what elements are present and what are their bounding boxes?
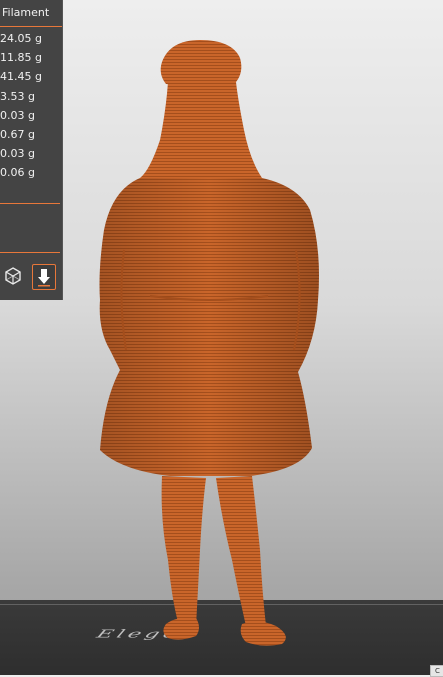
- cube-icon: [5, 267, 21, 285]
- filament-weight-row: 24.05 g: [0, 32, 42, 45]
- filament-weight-row: 0.03 g: [0, 147, 35, 161]
- filament-weight-row: 0.67 g: [0, 127, 35, 141]
- filament-summary-panel: Filament 24.05 g 11.85 g 41.45 g 3.53 g …: [0, 0, 63, 300]
- panel-header-filament: Filament: [0, 0, 62, 27]
- filament-weight-list: 24.05 g 11.85 g 41.45 g 3.53 g 0.03 g 0.…: [0, 27, 62, 183]
- filament-weight-row: 0.06 g: [0, 166, 35, 180]
- export-gcode-button[interactable]: [32, 264, 56, 290]
- filament-weight-row: 11.85 g: [0, 51, 42, 65]
- sliced-model-figure[interactable]: [0, 0, 443, 675]
- panel-divider: [0, 203, 60, 204]
- build-plate-logo: Elegoo: [94, 628, 201, 641]
- model-body: [99, 40, 319, 646]
- filament-weight-row: 0.03 g: [0, 108, 35, 122]
- corner-button[interactable]: C: [430, 665, 443, 677]
- 3d-viewport[interactable]: Elegoo: [0, 0, 443, 675]
- download-icon: [38, 269, 50, 287]
- panel-divider: [0, 252, 60, 253]
- build-plate-edge: [0, 604, 443, 605]
- filament-weight-row: 3.53 g: [0, 89, 35, 103]
- view-cube-button[interactable]: [2, 264, 24, 288]
- filament-weight-row: 41.45 g: [0, 70, 42, 84]
